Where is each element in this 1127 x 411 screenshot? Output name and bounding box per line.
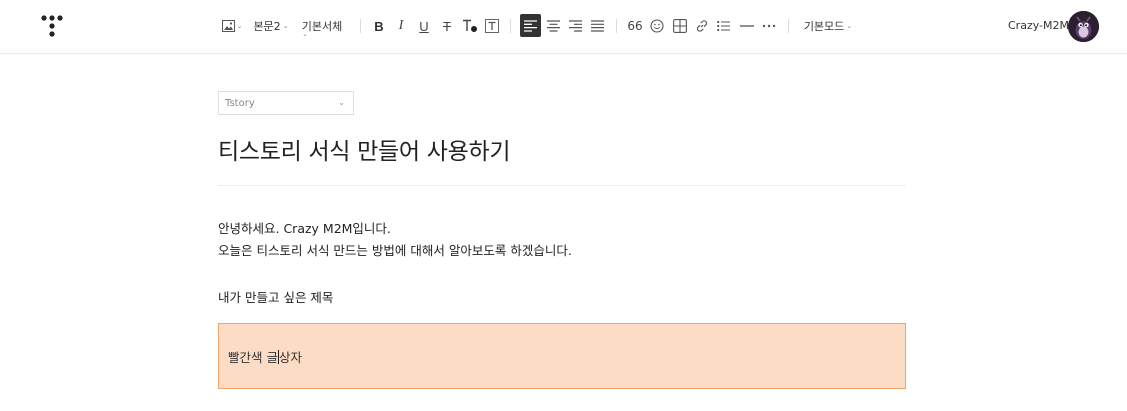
align-right-icon bbox=[568, 20, 582, 32]
underline-button[interactable]: U bbox=[416, 16, 432, 36]
body-paragraph[interactable]: 내가 만들고 싶은 제목 bbox=[218, 287, 333, 306]
image-icon bbox=[221, 20, 235, 32]
image-insert-button[interactable]: ⌄ bbox=[221, 16, 243, 36]
underline-icon: U bbox=[419, 18, 429, 34]
bullet-list-button[interactable] bbox=[716, 16, 732, 36]
text-color-icon bbox=[463, 19, 477, 32]
editor-toolbar: ⌄ 본문2 ⌄ 기본서체 ⌄ B I U T 66 기본모드 ⌄ Crazy-M… bbox=[0, 0, 1127, 54]
horizontal-rule-button[interactable] bbox=[738, 16, 756, 36]
chevron-down-icon: ⌄ bbox=[282, 22, 289, 30]
chevron-down-icon: ⌄ bbox=[846, 22, 853, 30]
strikethrough-button[interactable]: T bbox=[439, 16, 455, 36]
toolbar-divider bbox=[510, 19, 511, 33]
toolbar-divider bbox=[616, 19, 617, 33]
strikethrough-icon: T bbox=[443, 18, 451, 34]
red-text-box[interactable]: 빨간색 글상자 bbox=[218, 323, 906, 389]
editor-mode-label: 기본모드 bbox=[803, 20, 845, 33]
post-title-input[interactable]: 티스토리 서식 만들어 사용하기 bbox=[218, 132, 511, 166]
emoticon-button[interactable] bbox=[649, 16, 665, 36]
bold-button[interactable]: B bbox=[371, 16, 387, 36]
smiley-icon bbox=[650, 19, 664, 33]
text-color-button[interactable] bbox=[461, 16, 479, 36]
toolbar-divider bbox=[360, 19, 361, 33]
red-text-box-content[interactable]: 빨간색 글상자 bbox=[228, 347, 302, 366]
chevron-down-icon: ⌄ bbox=[236, 22, 243, 30]
quote-button[interactable]: 66 bbox=[626, 16, 644, 36]
category-select[interactable]: Tstory ⌄ bbox=[218, 91, 354, 115]
bold-icon: B bbox=[374, 18, 384, 34]
link-button[interactable] bbox=[694, 16, 710, 36]
table-button[interactable] bbox=[672, 16, 688, 36]
user-name[interactable]: Crazy-M2M bbox=[1008, 19, 1069, 32]
align-center-icon bbox=[546, 20, 560, 32]
red-text-box-text-before-cursor: 빨간색 글 bbox=[228, 350, 278, 365]
chevron-down-icon: ⌄ bbox=[302, 30, 308, 38]
horizontal-rule-icon bbox=[740, 25, 754, 27]
category-label: Tstory bbox=[225, 98, 255, 109]
chevron-down-icon: ⌄ bbox=[338, 98, 345, 107]
align-center-button[interactable] bbox=[544, 16, 562, 36]
more-icon bbox=[762, 24, 776, 28]
body-paragraph[interactable]: 오늘은 티스토리 서식 만드는 방법에 대해서 알아보도록 하겠습니다. bbox=[218, 240, 572, 259]
tistory-logo[interactable] bbox=[40, 14, 64, 38]
body-paragraph[interactable]: 안녕하세요. Crazy M2M입니다. bbox=[218, 218, 391, 237]
editor-mode-dropdown[interactable]: 기본모드 ⌄ bbox=[802, 16, 854, 36]
align-justify-icon bbox=[590, 20, 604, 32]
table-icon bbox=[673, 19, 687, 33]
toolbar-divider bbox=[788, 19, 789, 33]
red-text-box-text-after-cursor: 상자 bbox=[278, 350, 302, 365]
paragraph-style-label: 본문2 bbox=[253, 20, 281, 33]
bullet-list-icon bbox=[717, 20, 730, 32]
italic-button[interactable]: I bbox=[393, 16, 409, 36]
more-options-button[interactable] bbox=[760, 16, 778, 36]
background-color-icon bbox=[485, 19, 499, 33]
align-left-button[interactable] bbox=[520, 14, 541, 37]
avatar[interactable] bbox=[1068, 11, 1099, 42]
italic-icon: I bbox=[398, 18, 404, 33]
title-divider bbox=[218, 185, 906, 186]
link-icon bbox=[696, 20, 708, 32]
align-justify-button[interactable] bbox=[588, 16, 606, 36]
paragraph-style-dropdown[interactable]: 본문2 ⌄ bbox=[253, 16, 289, 36]
quote-icon: 66 bbox=[627, 19, 643, 33]
align-right-button[interactable] bbox=[566, 16, 584, 36]
align-left-icon bbox=[524, 19, 537, 32]
background-color-button[interactable] bbox=[484, 16, 500, 36]
